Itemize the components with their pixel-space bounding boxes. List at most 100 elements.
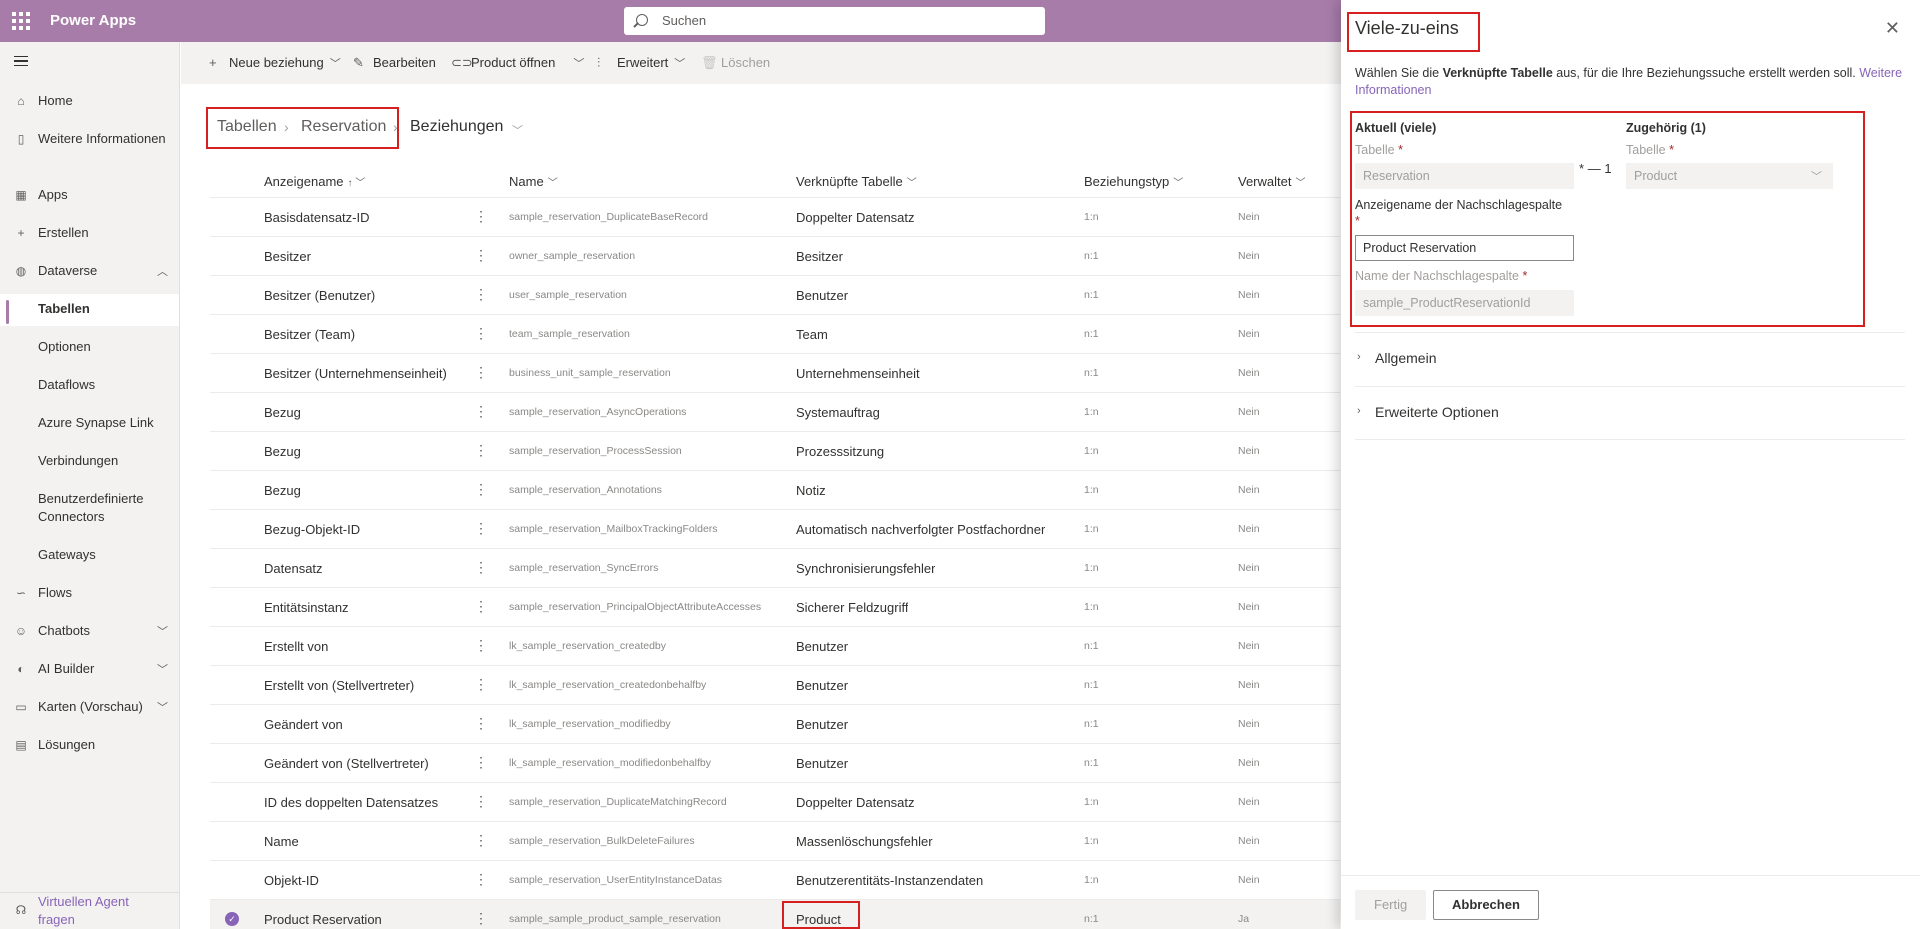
advanced-button[interactable]: ⫶ Erweitert ﹀ — [597, 55, 685, 71]
current-table-label: Tabelle * — [1355, 143, 1403, 157]
chevron-down-icon[interactable]: ﹀ — [512, 122, 523, 138]
checkmark-icon[interactable]: ✓ — [225, 912, 239, 926]
related-table-select[interactable]: Product ﹀ — [1626, 163, 1833, 189]
chevron-down-icon[interactable]: ﹀ — [157, 661, 168, 677]
more-options-icon[interactable]: ⋮ — [474, 365, 488, 379]
more-options-icon[interactable]: ⋮ — [474, 443, 488, 457]
cell-related-table: Benutzer — [796, 288, 849, 303]
cell-name: sample_reservation_MailboxTrackingFolder… — [509, 523, 718, 535]
more-options-icon[interactable]: ⋮ — [474, 248, 488, 262]
more-options-icon[interactable]: ⋮ — [474, 482, 488, 496]
table-row[interactable]: ID des doppelten Datensatzes ⋮ sample_rese… — [210, 783, 1340, 822]
search-input[interactable]: Suchen — [662, 13, 706, 28]
table-row[interactable]: Geändert von (Stellvertreter) ⋮ lk_sample_… — [210, 744, 1340, 783]
cell-related-table: Sicherer Feldzugriff — [796, 600, 909, 615]
hamburger-icon[interactable] — [14, 56, 28, 66]
more-options-icon[interactable]: ⋮ — [474, 911, 488, 925]
search-box[interactable]: Suchen — [624, 7, 1045, 35]
cell-managed: Nein — [1238, 367, 1260, 379]
cell-name: sample_reservation_DuplicateBaseRecord — [509, 211, 709, 223]
column-relationship-type[interactable]: Beziehungstyp ﹀ — [1084, 174, 1183, 189]
table-row[interactable]: Bezug ⋮ sample_reservation_ProcessSession P… — [210, 432, 1340, 471]
table-row[interactable]: Bezug ⋮ sample_reservation_AsyncOperations… — [210, 393, 1340, 432]
plus-icon: + — [209, 55, 217, 70]
cell-display-name: Product Reservation — [264, 912, 382, 927]
more-options-icon[interactable]: ⋮ — [474, 287, 488, 301]
column-name[interactable]: Name ﹀ — [509, 174, 558, 189]
more-options-icon[interactable]: ⋮ — [474, 560, 488, 574]
table-row[interactable]: ✓ Product Reservation ⋮ sample_sample_produ… — [210, 900, 1340, 929]
table-row[interactable]: Bezug ⋮ sample_reservation_Annotations Noti… — [210, 471, 1340, 510]
table-row[interactable]: Besitzer (Team) ⋮ team_sample_reservation T… — [210, 315, 1340, 354]
cell-managed: Nein — [1238, 523, 1260, 535]
more-options-icon[interactable]: ⋮ — [474, 716, 488, 730]
agent-icon: ☊ — [15, 903, 27, 917]
table-row[interactable]: Bezug-Objekt-ID ⋮ sample_reservation_Mailb… — [210, 510, 1340, 549]
more-options-icon[interactable]: ⋮ — [474, 638, 488, 652]
app-launcher-icon[interactable] — [12, 12, 30, 30]
cell-display-name: Bezug — [264, 444, 301, 459]
table-row[interactable]: Name ⋮ sample_reservation_BulkDeleteFailur… — [210, 822, 1340, 861]
cell-relationship-type: 1:n — [1084, 874, 1099, 886]
lookup-display-input[interactable]: Product Reservation — [1355, 235, 1574, 261]
cell-relationship-type: n:1 — [1084, 367, 1099, 379]
chevron-right-icon: › — [1357, 351, 1361, 363]
more-options-icon[interactable]: ⋮ — [474, 404, 488, 418]
chevron-down-icon[interactable]: ﹀ — [157, 699, 168, 715]
delete-button[interactable]: 🗑 Löschen — [701, 55, 770, 71]
table-row[interactable]: Besitzer ⋮ owner_sample_reservation Besitze… — [210, 237, 1340, 276]
done-button[interactable]: Fertig — [1355, 890, 1427, 920]
sidebar: ⌂ Home ▯ Weitere Informationen ▦ Apps + … — [0, 42, 180, 929]
open-product-button[interactable]: ⊂⊃Product öffnen ﹀ — [451, 55, 584, 71]
more-options-icon[interactable]: ⋮ — [474, 677, 488, 691]
breadcrumb-current[interactable]: Beziehungen — [410, 118, 503, 136]
more-options-icon[interactable]: ⋮ — [474, 755, 488, 769]
more-options-icon[interactable]: ⋮ — [474, 794, 488, 808]
table-row[interactable]: Besitzer (Unternehmenseinheit) ⋮ business_… — [210, 354, 1340, 393]
table-row[interactable]: Besitzer (Benutzer) ⋮ user_sample_reservat… — [210, 276, 1340, 315]
cell-name: owner_sample_reservation — [509, 250, 636, 262]
cancel-button[interactable]: Abbrechen — [1433, 890, 1539, 920]
table-row[interactable]: Erstellt von (Stellvertreter) ⋮ lk_sample_… — [210, 666, 1340, 705]
cell-related-table: Benutzer — [796, 639, 849, 654]
cell-managed: Nein — [1238, 874, 1260, 886]
sidebar-item-virtual-agent[interactable]: ☊ Virtuellen Agent fragen — [0, 892, 180, 927]
more-options-icon[interactable]: ⋮ — [474, 833, 488, 847]
advanced-section[interactable]: › Erweiterte Optionen — [1355, 386, 1905, 440]
general-section[interactable]: › Allgemein — [1355, 332, 1905, 386]
chevron-down-icon[interactable]: ﹀ — [157, 623, 168, 639]
more-options-icon[interactable]: ⋮ — [474, 599, 488, 613]
table-row[interactable]: Geändert von ⋮ lk_sample_reservation_modif… — [210, 705, 1340, 744]
chevron-up-icon[interactable]: ︿ — [157, 263, 168, 279]
more-options-icon[interactable]: ⋮ — [474, 209, 488, 223]
table-row[interactable]: Objekt-ID ⋮ sample_reservation_UserEntityI… — [210, 861, 1340, 900]
cell-relationship-type: 1:n — [1084, 211, 1099, 223]
new-relationship-button[interactable]: + Neue beziehung ﹀ — [209, 55, 341, 71]
sort-up-icon: ↑ ﹀ — [347, 178, 366, 189]
table-row[interactable]: Basisdatensatz-ID ⋮ sample_reservation_Dup… — [210, 198, 1340, 237]
cell-managed: Ja — [1238, 913, 1250, 925]
table-row[interactable]: Datensatz ⋮ sample_reservation_SyncErrors S… — [210, 549, 1340, 588]
related-heading: Zugehörig (1) — [1626, 121, 1706, 135]
cell-name: business_unit_sample_reservation — [509, 367, 671, 379]
close-icon[interactable]: ✕ — [1885, 18, 1900, 39]
cell-name: lk_sample_reservation_modifiedonbehalfby — [509, 757, 711, 769]
lookup-name-field: sample_ProductReservationId — [1355, 290, 1574, 316]
more-options-icon[interactable]: ⋮ — [474, 521, 488, 535]
cell-name: lk_sample_reservation_createdonbehalfby — [509, 679, 707, 691]
more-options-icon[interactable]: ⋮ — [474, 326, 488, 340]
cell-related-table: Benutzer — [796, 678, 849, 693]
cell-display-name: Besitzer (Team) — [264, 327, 356, 342]
app-title[interactable]: Power Apps — [50, 12, 136, 29]
cell-related-table: Benutzer — [796, 717, 849, 732]
column-display-name[interactable]: Anzeigename ↑ ﹀ — [264, 174, 365, 189]
table-row[interactable]: Erstellt von ⋮ lk_sample_reservation_creat… — [210, 627, 1340, 666]
column-related-table[interactable]: Verknüpfte Tabelle ﹀ — [796, 174, 917, 189]
cell-display-name: Entitätsinstanz — [264, 600, 349, 615]
edit-button[interactable]: ✎ Bearbeiten — [353, 55, 436, 71]
cell-name: team_sample_reservation — [509, 328, 630, 340]
table-row[interactable]: Entitätsinstanz ⋮ sample_reservation_Princ… — [210, 588, 1340, 627]
cell-relationship-type: n:1 — [1084, 718, 1099, 730]
more-options-icon[interactable]: ⋮ — [474, 872, 488, 886]
column-managed[interactable]: Verwaltet ﹀ — [1238, 174, 1305, 189]
